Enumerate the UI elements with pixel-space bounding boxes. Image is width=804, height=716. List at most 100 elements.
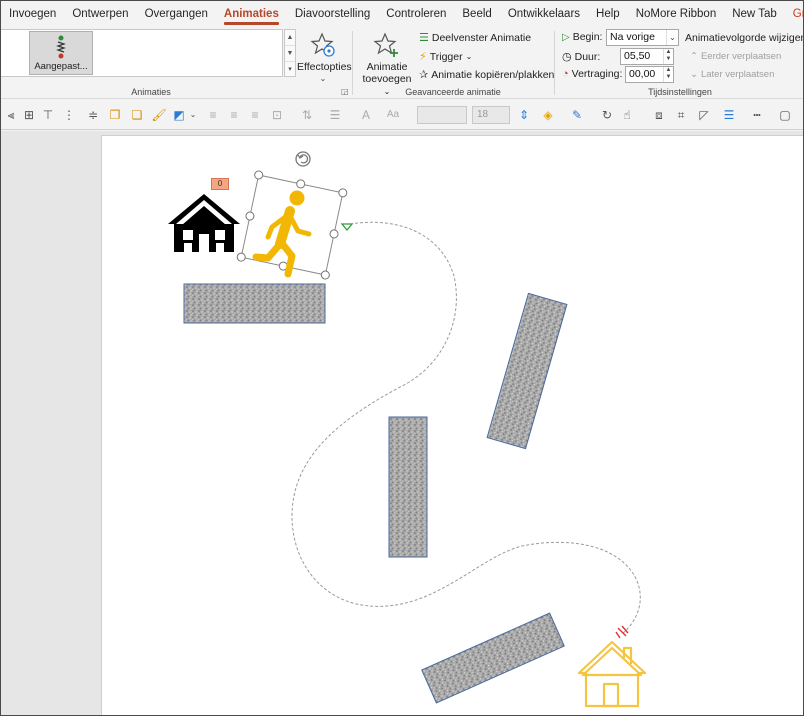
delay-spinner[interactable]: ▲ ▼	[663, 67, 673, 82]
outline-color-icon[interactable]: ✎	[569, 107, 585, 123]
gallery-up-icon[interactable]: ▲	[285, 30, 295, 46]
tab-diavoorstelling[interactable]: Diavoorstelling	[287, 1, 378, 27]
trigger-icon: ⚡	[419, 51, 427, 63]
rotate-icon[interactable]: ↻	[599, 107, 615, 123]
bring-forward-icon[interactable]: ❐	[107, 107, 123, 123]
custom-animation-label: Aangepast...	[34, 61, 88, 72]
powerpoint-window: Invoegen Ontwerpen Overgangen Animaties …	[0, 0, 804, 716]
move-earlier-icon: ⌃	[690, 51, 698, 62]
custom-path-icon	[56, 35, 66, 59]
dash-style-icon[interactable]: ┅	[749, 107, 765, 123]
gallery-down-icon[interactable]: ▼	[285, 46, 295, 62]
format-painter-icon[interactable]: 🖌	[151, 107, 167, 123]
tab-new-tab[interactable]: New Tab	[724, 1, 785, 27]
tab-help[interactable]: Help	[588, 1, 628, 27]
tab-invoegen[interactable]: Invoegen	[1, 1, 64, 27]
advanced-group-label: Geavanceerde animatie	[405, 87, 501, 97]
animation-pane-button[interactable]: ☰ Deelvenster Animatie	[419, 31, 532, 45]
delay-input[interactable]: 00,00 ▲ ▼	[625, 66, 674, 83]
text-direction-icon[interactable]: ⇅	[299, 107, 315, 123]
add-animation-icon	[373, 32, 398, 57]
path-start-icon	[340, 223, 354, 232]
animation-pane-label: Deelvenster Animatie	[431, 31, 532, 44]
add-animation-label-1: Animatie	[366, 61, 408, 73]
align-center-icon[interactable]: ⊞	[21, 107, 37, 123]
align-left-icon[interactable]: ⫷	[3, 107, 19, 123]
clock-icon: ◷	[562, 51, 572, 63]
tab-nomore-ribbon[interactable]: NoMore Ribbon	[628, 1, 725, 27]
stone-block-tilted-right[interactable]	[486, 292, 568, 450]
separator	[554, 31, 555, 95]
end-house-icon[interactable]	[577, 640, 647, 708]
animation-painter-button[interactable]: ✰ Animatie kopiëren/plakken	[419, 68, 554, 82]
group-icon[interactable]: ⧈	[651, 107, 667, 123]
text-align-right-icon[interactable]: ≡	[247, 107, 263, 123]
animation-order-badge[interactable]: 0	[211, 178, 229, 190]
custom-animation-item[interactable]: Aangepast...	[29, 31, 93, 75]
animations-dialog-launcher-icon[interactable]: ◲	[341, 87, 349, 96]
reorder-title: Animatievolgorde wijzigen	[685, 32, 804, 44]
delay-icon: ◔	[562, 68, 569, 80]
separator	[352, 31, 353, 95]
text-case-icon[interactable]: Aa	[385, 107, 401, 123]
gallery-more-icon[interactable]: ▾	[285, 62, 295, 78]
crop-icon[interactable]: ⌗	[673, 107, 689, 123]
stone-block-tilted-bottom[interactable]	[421, 612, 565, 704]
tab-ontwerpen[interactable]: Ontwerpen	[64, 1, 136, 27]
duration-spinner[interactable]: ▲ ▼	[663, 49, 673, 64]
rotate-handle-icon[interactable]	[295, 151, 311, 167]
shapes-chevron-icon[interactable]: ⌄	[185, 107, 201, 123]
format-toolbar: ⫷ ⊞ ⊤ ⋮ ≑ ❐ ❏ 🖌 ◩ ⌄ ≡ ≡ ≡ ⊡ ⇅ ☰ A Aa 18 …	[1, 100, 803, 130]
move-later-button[interactable]: ⌄ Later verplaatsen	[690, 69, 774, 80]
slide-canvas[interactable]: 0	[101, 135, 803, 715]
effect-options-chevron-icon: ⌄	[319, 74, 327, 83]
effect-options-label: Effectopties	[297, 61, 352, 73]
line-spacing-icon[interactable]: ☰	[327, 107, 343, 123]
trigger-label: Trigger	[429, 50, 463, 63]
timing-group-label: Tijdsinstellingen	[648, 87, 712, 97]
align-top-icon[interactable]: ⊤	[40, 107, 56, 123]
autofit-icon[interactable]: ⇕	[516, 107, 532, 123]
text-box-icon[interactable]: ⊡	[269, 107, 285, 123]
align-middle-icon[interactable]: ≑	[85, 107, 101, 123]
fill-color-icon[interactable]: ◈	[540, 107, 556, 123]
start-house-icon[interactable]	[168, 194, 240, 252]
distribute-icon[interactable]: ⋮	[61, 107, 77, 123]
shape-outline-icon[interactable]: ▢	[777, 107, 793, 123]
tab-controleren[interactable]: Controleren	[378, 1, 454, 27]
effect-options-icon	[310, 32, 335, 57]
start-label: ▷ Begin:	[562, 31, 603, 43]
tab-beeld[interactable]: Beeld	[454, 1, 499, 27]
trigger-button[interactable]: ⚡ Trigger ⌄	[419, 50, 472, 64]
font-name-select[interactable]	[417, 106, 467, 124]
gallery-scroll[interactable]: ▲ ▼ ▾	[284, 29, 296, 77]
line-weight-icon[interactable]: ☰	[721, 107, 737, 123]
tab-animaties[interactable]: Animaties	[216, 1, 287, 27]
stone-block-vertical[interactable]	[388, 416, 428, 558]
path-end-icon	[615, 625, 629, 639]
tab-ontwikkelaars[interactable]: Ontwikkelaars	[500, 1, 588, 27]
start-dropdown-icon[interactable]: ⌄	[666, 30, 678, 45]
move-earlier-button[interactable]: ⌃ Eerder verplaatsen	[690, 51, 781, 62]
text-align-left-icon[interactable]: ≡	[205, 107, 221, 123]
touch-icon[interactable]: ☝	[619, 107, 635, 123]
start-select[interactable]: Na vorige ⌄	[606, 29, 679, 46]
text-align-center-icon[interactable]: ≡	[226, 107, 242, 123]
animations-group-label: Animaties	[131, 87, 171, 97]
duration-label: ◷ Duur:	[562, 50, 601, 64]
font-color-icon[interactable]: A	[358, 107, 374, 123]
duration-input[interactable]: 05,50 ▲ ▼	[620, 48, 674, 65]
animation-painter-icon: ✰	[419, 69, 429, 81]
font-size-select[interactable]: 18	[472, 106, 510, 124]
animation-pane-icon: ☰	[419, 32, 429, 44]
ribbon-tabs: Invoegen Ontwerpen Overgangen Animaties …	[1, 1, 803, 27]
effect-options-button[interactable]: Effectopties ⌄	[297, 29, 352, 85]
slide-graphics	[168, 151, 647, 708]
tab-overgangen[interactable]: Overgangen	[137, 1, 216, 27]
motion-path[interactable]	[291, 221, 641, 635]
stone-block-horizontal[interactable]	[183, 283, 326, 324]
tab-grafische-indeling[interactable]: Grafische indeling	[785, 1, 803, 27]
delay-label: ◔ Vertraging:	[562, 68, 623, 80]
edit-shape-icon[interactable]: ◸	[696, 107, 712, 123]
send-backward-icon[interactable]: ❏	[129, 107, 145, 123]
